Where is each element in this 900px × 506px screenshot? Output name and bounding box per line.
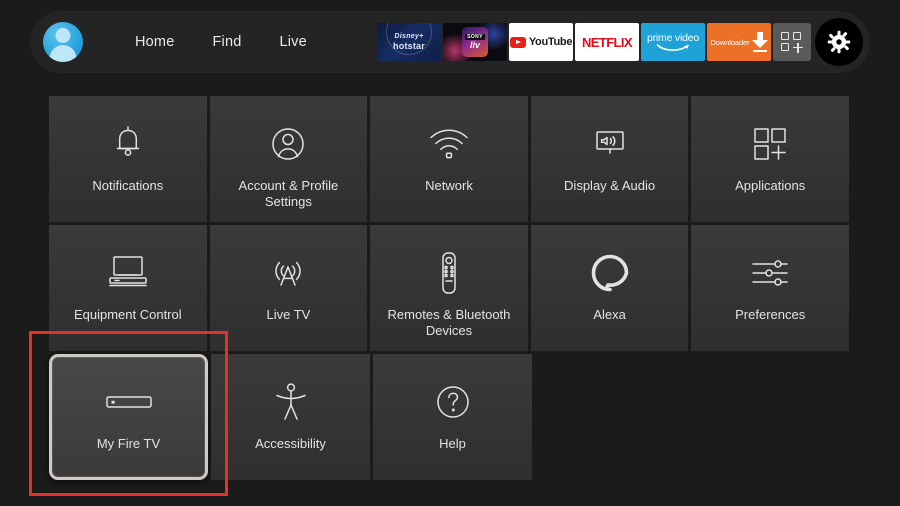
app-icon-youtube[interactable]: YouTube [509, 23, 573, 61]
downloader-label: Downloader [710, 38, 749, 47]
settings-tile-label: Display & Audio [564, 178, 655, 194]
settings-tile-notifications[interactable]: Notifications [49, 96, 207, 222]
settings-tile-label: Preferences [735, 307, 805, 323]
wifi-icon [427, 122, 471, 166]
netflix-label: NETFLIX [582, 35, 632, 50]
settings-tile-label: Help [439, 436, 466, 452]
bell-icon [109, 122, 147, 166]
avatar[interactable] [43, 22, 83, 62]
settings-tile-applications[interactable]: Applications [691, 96, 849, 222]
settings-gear-button[interactable] [815, 18, 863, 66]
avatar-body [50, 45, 77, 62]
gear-icon [826, 29, 852, 55]
app-icon-prime-video[interactable]: prime video [641, 23, 705, 61]
settings-tile-alexa[interactable]: Alexa [531, 225, 689, 351]
settings-tile-label: Remotes & Bluetooth Devices [379, 307, 519, 339]
remote-control-icon [435, 251, 463, 295]
grid-plus-icon [781, 32, 803, 52]
settings-row-3: My Fire TV Accessibility [49, 354, 849, 480]
nav-item-find[interactable]: Find [212, 34, 241, 50]
settings-tile-display-audio[interactable]: Display & Audio [531, 96, 689, 222]
settings-tile-label: Account & Profile Settings [218, 178, 358, 210]
app-icon-downloader[interactable]: Downloader [707, 23, 771, 61]
settings-tile-grid: Notifications Account & Profile Settings [49, 96, 849, 483]
settings-tile-preferences[interactable]: Preferences [691, 225, 849, 351]
settings-tile-accessibility[interactable]: Accessibility [211, 354, 370, 480]
avatar-head [56, 28, 71, 43]
youtube-play-icon [510, 37, 526, 48]
app-icon-netflix[interactable]: NETFLIX [575, 23, 639, 61]
liv-text: liv [470, 40, 480, 50]
nav-item-live[interactable]: Live [280, 34, 307, 50]
alexa-ring-icon [590, 251, 630, 295]
display-audio-icon [587, 122, 633, 166]
sliders-icon [747, 251, 793, 295]
settings-tile-label: My Fire TV [97, 436, 160, 452]
app-shortcuts: Disney+ hotstar SONY liv YouTube [377, 11, 863, 73]
settings-tile-help[interactable]: Help [373, 354, 532, 480]
settings-tile-remotes-bluetooth-devices[interactable]: Remotes & Bluetooth Devices [370, 225, 528, 351]
settings-tile-my-fire-tv[interactable]: My Fire TV [49, 354, 208, 480]
help-question-icon [433, 380, 473, 424]
hotstar-disney-text: Disney+ [393, 33, 425, 41]
app-icon-app-library[interactable] [773, 23, 811, 61]
accessibility-icon [272, 380, 310, 424]
applications-grid-icon [749, 122, 791, 166]
nav-links: Home Find Live [135, 11, 307, 73]
app-icon-disney-hotstar[interactable]: Disney+ hotstar [377, 23, 441, 61]
settings-tile-label: Alexa [593, 307, 626, 323]
sonyliv-logo: SONY liv [462, 27, 488, 57]
fire-tv-stick-icon [103, 380, 155, 424]
account-profile-icon [267, 122, 309, 166]
prime-smile-icon [656, 43, 690, 52]
settings-tile-label: Applications [735, 178, 805, 194]
settings-tile-label: Network [425, 178, 473, 194]
settings-tile-account-profile-settings[interactable]: Account & Profile Settings [210, 96, 368, 222]
settings-row-1: Notifications Account & Profile Settings [49, 96, 849, 222]
top-navigation-bar: Home Find Live Disney+ hotstar SONY liv [30, 11, 870, 73]
broadcast-tower-icon [266, 251, 310, 295]
settings-tile-equipment-control[interactable]: Equipment Control [49, 225, 207, 351]
settings-tile-label: Live TV [266, 307, 310, 323]
settings-tile-label: Accessibility [255, 436, 326, 452]
settings-tile-label: Equipment Control [74, 307, 182, 323]
app-icon-sony-liv[interactable]: SONY liv [443, 23, 507, 61]
settings-tile-live-tv[interactable]: Live TV [210, 225, 368, 351]
tv-equipment-icon [104, 251, 152, 295]
settings-tile-network[interactable]: Network [370, 96, 528, 222]
fire-tv-settings-screen: Home Find Live Disney+ hotstar SONY liv [0, 0, 900, 506]
download-arrow-icon [752, 32, 768, 52]
youtube-label: YouTube [529, 36, 572, 48]
hotstar-text: hotstar [393, 41, 425, 51]
nav-item-home[interactable]: Home [135, 34, 174, 50]
settings-row-2: Equipment Control Live TV [49, 225, 849, 351]
settings-tile-label: Notifications [92, 178, 163, 194]
